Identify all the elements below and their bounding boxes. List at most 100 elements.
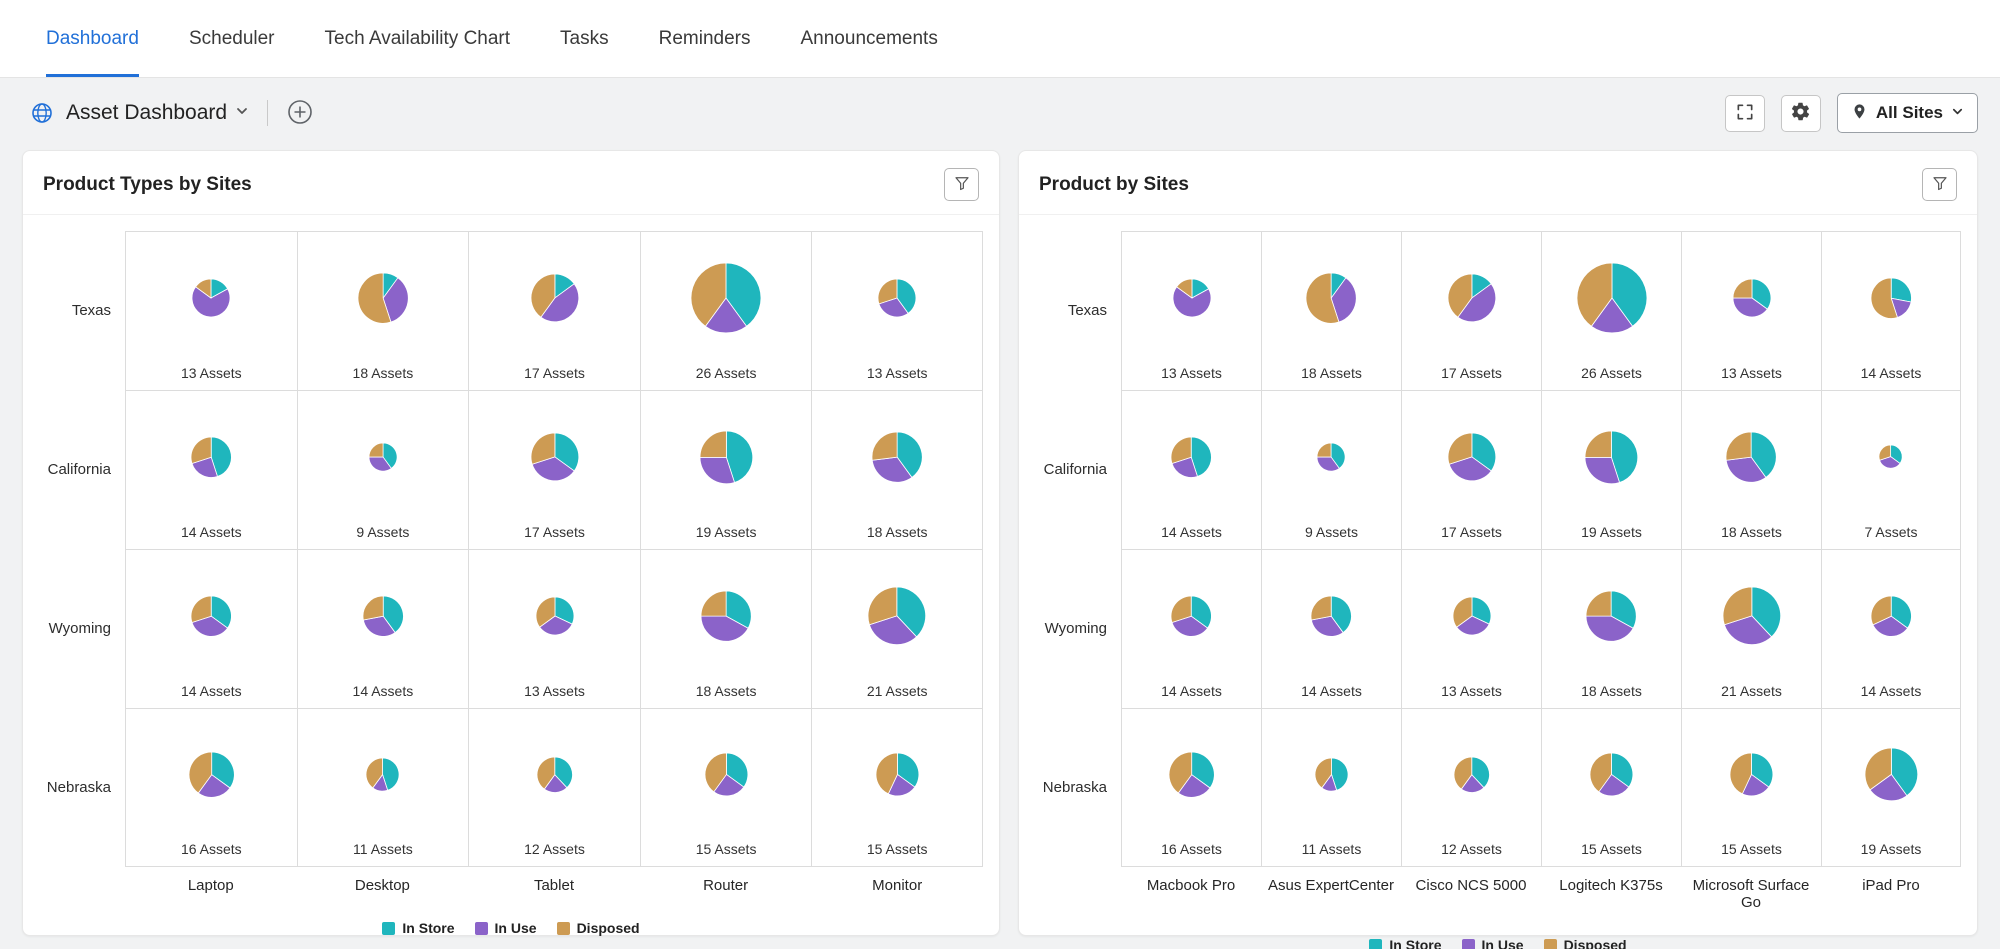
asset-count-label: 17 Assets bbox=[1441, 524, 1502, 540]
pie-cell-texas-router[interactable]: 26 Assets bbox=[639, 231, 812, 390]
asset-count-label: 17 Assets bbox=[524, 365, 585, 381]
pie-cell-nebraska-ipad-pro[interactable]: 19 Assets bbox=[1821, 708, 1961, 867]
row-label-nebraska: Nebraska bbox=[1042, 779, 1107, 796]
pie-cell-nebraska-asus-expertcenter[interactable]: 11 Assets bbox=[1261, 708, 1401, 867]
pie-chart bbox=[1168, 751, 1215, 798]
pie-cell-california-router[interactable]: 19 Assets bbox=[639, 390, 812, 549]
pie-chart bbox=[699, 430, 753, 484]
settings-button[interactable] bbox=[1780, 94, 1821, 132]
tab-dashboard[interactable]: Dashboard bbox=[46, 0, 139, 77]
pie-cell-california-microsoft-surface-go[interactable]: 18 Assets bbox=[1681, 390, 1821, 549]
pie-cell-wyoming-logitech-k375s[interactable]: 18 Assets bbox=[1541, 549, 1681, 708]
add-dashboard-button[interactable] bbox=[286, 98, 314, 129]
filter-button[interactable] bbox=[1922, 168, 1957, 201]
pie-chart bbox=[365, 757, 400, 792]
pie-cell-california-monitor[interactable]: 18 Assets bbox=[811, 390, 983, 549]
filter-button[interactable] bbox=[944, 168, 979, 201]
dashboard-panels: Product Types by Sites Texas 13 Assets 18 … bbox=[0, 148, 2000, 949]
pie-chart bbox=[1452, 596, 1491, 636]
pie-cell-wyoming-cisco-ncs-5000[interactable]: 13 Assets bbox=[1401, 549, 1541, 708]
panel-header: Product by Sites bbox=[1019, 151, 1977, 215]
legend-item-in-store[interactable]: In Store bbox=[382, 920, 455, 936]
asset-count-label: 18 Assets bbox=[1581, 683, 1642, 699]
pie-cell-wyoming-monitor[interactable]: 21 Assets bbox=[811, 549, 983, 708]
col-label-spacer bbox=[33, 877, 125, 894]
pie-cell-california-ipad-pro[interactable]: 7 Assets bbox=[1821, 390, 1961, 549]
pie-cell-california-cisco-ncs-5000[interactable]: 17 Assets bbox=[1401, 390, 1541, 549]
pie-cell-california-macbook-pro[interactable]: 14 Assets bbox=[1121, 390, 1261, 549]
pie-cell-texas-ipad-pro[interactable]: 14 Assets bbox=[1821, 231, 1961, 390]
legend-label: In Store bbox=[1389, 937, 1442, 949]
pie-cell-nebraska-cisco-ncs-5000[interactable]: 12 Assets bbox=[1401, 708, 1541, 867]
asset-count-label: 15 Assets bbox=[866, 841, 928, 857]
pie-cell-nebraska-desktop[interactable]: 11 Assets bbox=[296, 708, 469, 867]
pie-cell-texas-logitech-k375s[interactable]: 26 Assets bbox=[1541, 231, 1681, 390]
pie-cell-texas-laptop[interactable]: 13 Assets bbox=[125, 231, 297, 390]
asset-count-label: 14 Assets bbox=[180, 683, 242, 699]
pie-cell-nebraska-microsoft-surface-go[interactable]: 15 Assets bbox=[1681, 708, 1821, 867]
row-label-california: California bbox=[47, 461, 111, 478]
pie-cell-wyoming-router[interactable]: 18 Assets bbox=[639, 549, 812, 708]
tab-tasks[interactable]: Tasks bbox=[560, 0, 609, 77]
pie-cell-texas-cisco-ncs-5000[interactable]: 17 Assets bbox=[1401, 231, 1541, 390]
tab-scheduler[interactable]: Scheduler bbox=[189, 0, 275, 77]
pie-cell-wyoming-ipad-pro[interactable]: 14 Assets bbox=[1821, 549, 1961, 708]
pie-cell-california-logitech-k375s[interactable]: 19 Assets bbox=[1541, 390, 1681, 549]
pie-cell-nebraska-macbook-pro[interactable]: 16 Assets bbox=[1121, 708, 1261, 867]
tab-tech-availability-chart[interactable]: Tech Availability Chart bbox=[325, 0, 511, 77]
legend-item-in-use[interactable]: In Use bbox=[1461, 937, 1524, 949]
globe-icon bbox=[30, 101, 54, 125]
pie-chart bbox=[1447, 432, 1496, 482]
pie-cell-california-tablet[interactable]: 17 Assets bbox=[468, 390, 640, 549]
pie-cell-wyoming-asus-expertcenter[interactable]: 14 Assets bbox=[1261, 549, 1401, 708]
asset-count-label: 15 Assets bbox=[695, 841, 757, 857]
pie-cell-texas-asus-expertcenter[interactable]: 18 Assets bbox=[1261, 231, 1401, 390]
pie-cell-texas-monitor[interactable]: 13 Assets bbox=[811, 231, 983, 390]
pie-cell-wyoming-desktop[interactable]: 14 Assets bbox=[296, 549, 469, 708]
legend-item-in-store[interactable]: In Store bbox=[1369, 937, 1442, 949]
asset-count-label: 15 Assets bbox=[1581, 841, 1642, 857]
pie-cell-texas-microsoft-surface-go[interactable]: 13 Assets bbox=[1681, 231, 1821, 390]
pie-chart bbox=[1589, 752, 1634, 797]
pie-chart bbox=[362, 595, 404, 637]
pie-cell-wyoming-microsoft-surface-go[interactable]: 21 Assets bbox=[1681, 549, 1821, 708]
pie-cell-nebraska-logitech-k375s[interactable]: 15 Assets bbox=[1541, 708, 1681, 867]
pie-chart bbox=[191, 278, 231, 318]
asset-count-label: 16 Assets bbox=[1161, 841, 1222, 857]
pie-cell-texas-desktop[interactable]: 18 Assets bbox=[296, 231, 469, 390]
pie-cell-california-asus-expertcenter[interactable]: 9 Assets bbox=[1261, 390, 1401, 549]
pie-chart bbox=[368, 442, 398, 472]
pie-cell-texas-macbook-pro[interactable]: 13 Assets bbox=[1121, 231, 1261, 390]
asset-count-label: 17 Assets bbox=[524, 524, 585, 540]
tab-announcements[interactable]: Announcements bbox=[801, 0, 938, 77]
top-navigation: Dashboard Scheduler Tech Availability Char… bbox=[0, 0, 2000, 78]
pie-cell-wyoming-laptop[interactable]: 14 Assets bbox=[125, 549, 297, 708]
legend-item-disposed[interactable]: Disposed bbox=[1543, 937, 1627, 949]
asset-count-label: 16 Assets bbox=[180, 841, 242, 857]
pie-chart bbox=[1864, 747, 1918, 802]
pie-chart bbox=[1870, 277, 1912, 319]
pie-cell-california-laptop[interactable]: 14 Assets bbox=[125, 390, 297, 549]
legend-label: Disposed bbox=[576, 920, 640, 936]
col-label-desktop: Desktop bbox=[354, 877, 410, 894]
pie-cell-nebraska-router[interactable]: 15 Assets bbox=[639, 708, 812, 867]
col-label-ipad-pro: iPad Pro bbox=[1862, 877, 1920, 894]
dashboard-selector[interactable]: Asset Dashboard bbox=[66, 101, 249, 125]
pie-cell-wyoming-macbook-pro[interactable]: 14 Assets bbox=[1121, 549, 1261, 708]
legend-item-in-use[interactable]: In Use bbox=[474, 920, 537, 936]
fullscreen-button[interactable] bbox=[1724, 94, 1765, 132]
pie-cell-wyoming-tablet[interactable]: 13 Assets bbox=[468, 549, 640, 708]
pie-cell-nebraska-laptop[interactable]: 16 Assets bbox=[125, 708, 297, 867]
asset-count-label: 19 Assets bbox=[695, 524, 757, 540]
pie-chart bbox=[704, 752, 748, 797]
pie-cell-california-desktop[interactable]: 9 Assets bbox=[296, 390, 469, 549]
site-filter-dropdown[interactable]: All Sites bbox=[1836, 93, 1978, 133]
filter-funnel-icon bbox=[1931, 174, 1949, 195]
asset-count-label: 7 Assets bbox=[1864, 524, 1918, 540]
pie-cell-nebraska-tablet[interactable]: 12 Assets bbox=[468, 708, 640, 867]
pie-cell-texas-tablet[interactable]: 17 Assets bbox=[468, 231, 640, 390]
pie-cell-nebraska-monitor[interactable]: 15 Assets bbox=[811, 708, 983, 867]
legend-item-disposed[interactable]: Disposed bbox=[556, 920, 640, 936]
tab-reminders[interactable]: Reminders bbox=[659, 0, 751, 77]
asset-count-label: 19 Assets bbox=[1860, 841, 1922, 857]
